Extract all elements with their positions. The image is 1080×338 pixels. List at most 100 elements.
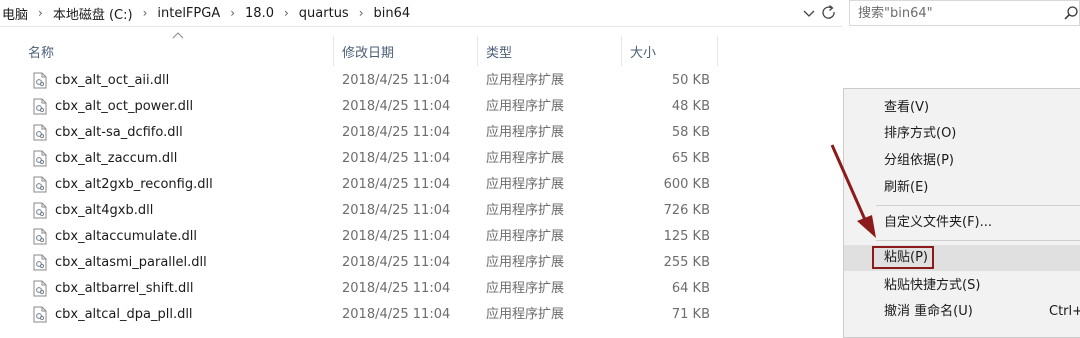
- menu-item-label: 粘贴快捷方式(S): [884, 278, 981, 293]
- file-name: cbx_altbarrel_shift.dll: [55, 281, 194, 296]
- chevron-right-icon[interactable]: ›: [222, 6, 243, 20]
- file-date: 2018/4/25 11:04: [342, 229, 451, 244]
- table-row[interactable]: cbx_alt_oct_aii.dll 2018/4/25 11:04 应用程序…: [0, 68, 840, 94]
- column-header-type[interactable]: 类型: [478, 36, 622, 66]
- table-row[interactable]: cbx_alt2gxb_reconfig.dll 2018/4/25 11:04…: [0, 172, 840, 198]
- menu-separator: [876, 240, 1080, 241]
- chevron-right-icon[interactable]: ›: [276, 6, 297, 20]
- crumb-intelfpga[interactable]: intelFPGA: [155, 6, 222, 21]
- menu-item-view[interactable]: 查看(V): [844, 95, 1080, 121]
- menu-item-undo-rename[interactable]: 撤消 重命名(U) Ctrl+: [844, 299, 1080, 325]
- dll-file-icon: [33, 254, 47, 271]
- table-row[interactable]: cbx_altasmi_parallel.dll 2018/4/25 11:04…: [0, 250, 840, 276]
- chevron-right-icon[interactable]: ›: [30, 6, 51, 20]
- table-row[interactable]: cbx_alt_zaccum.dll 2018/4/25 11:04 应用程序扩…: [0, 146, 840, 172]
- file-type: 应用程序扩展: [486, 255, 565, 270]
- file-date: 2018/4/25 11:04: [342, 151, 451, 166]
- table-row[interactable]: cbx_alt4gxb.dll 2018/4/25 11:04 应用程序扩展 7…: [0, 198, 840, 224]
- menu-item-shortcut: Ctrl+: [1049, 304, 1080, 319]
- dll-file-icon: [33, 280, 47, 297]
- crumb-bin64[interactable]: bin64: [372, 6, 413, 21]
- chevron-right-icon[interactable]: ›: [135, 6, 156, 20]
- file-size: 65 KB: [671, 151, 710, 166]
- file-type: 应用程序扩展: [486, 99, 565, 114]
- table-row[interactable]: cbx_alt_oct_power.dll 2018/4/25 11:04 应用…: [0, 94, 840, 120]
- table-row[interactable]: cbx_altcal_dpa_pll.dll 2018/4/25 11:04 应…: [0, 302, 840, 328]
- crumb-this-pc[interactable]: 电脑: [0, 4, 30, 23]
- file-date: 2018/4/25 11:04: [342, 99, 451, 114]
- file-type: 应用程序扩展: [486, 307, 565, 322]
- file-date: 2018/4/25 11:04: [342, 73, 451, 88]
- file-size: 255 KB: [663, 255, 710, 270]
- file-size: 726 KB: [663, 203, 710, 218]
- crumb-version[interactable]: 18.0: [243, 6, 276, 21]
- menu-item-label: 刷新(E): [884, 180, 929, 195]
- file-name: cbx_alt4gxb.dll: [55, 203, 154, 218]
- refresh-icon[interactable]: [819, 3, 839, 23]
- file-name: cbx_alt_oct_aii.dll: [55, 73, 170, 88]
- file-type: 应用程序扩展: [486, 73, 565, 88]
- dll-file-icon: [33, 228, 47, 245]
- file-type: 应用程序扩展: [486, 177, 565, 192]
- file-name: cbx_alt_oct_power.dll: [55, 99, 194, 114]
- file-date: 2018/4/25 11:04: [342, 203, 451, 218]
- column-header-label: 类型: [486, 45, 513, 61]
- chevron-down-icon[interactable]: [800, 3, 818, 23]
- breadcrumb: 电脑 › 本地磁盘 (C:) › intelFPGA › 18.0 › quar…: [0, 0, 412, 26]
- address-bar[interactable]: 电脑 › 本地磁盘 (C:) › intelFPGA › 18.0 › quar…: [0, 0, 842, 27]
- menu-item-paste-shortcut[interactable]: 粘贴快捷方式(S): [844, 273, 1080, 299]
- table-row[interactable]: cbx_altbarrel_shift.dll 2018/4/25 11:04 …: [0, 276, 840, 302]
- dll-file-icon: [33, 98, 47, 115]
- menu-separator: [876, 205, 1080, 206]
- menu-item-group[interactable]: 分组依据(P): [844, 148, 1080, 174]
- column-header-date[interactable]: 修改日期: [334, 36, 478, 66]
- column-header-size[interactable]: 大小: [622, 36, 718, 66]
- file-size: 50 KB: [671, 73, 710, 88]
- dll-file-icon: [33, 176, 47, 193]
- file-size: 58 KB: [671, 125, 710, 140]
- menu-item-customize-folder[interactable]: 自定义文件夹(F)...: [844, 210, 1080, 236]
- file-list: cbx_alt_oct_aii.dll 2018/4/25 11:04 应用程序…: [0, 68, 840, 328]
- menu-item-label: 撤消 重命名(U): [884, 304, 973, 319]
- file-type: 应用程序扩展: [486, 229, 565, 244]
- menu-item-label: 分组依据(P): [884, 153, 954, 168]
- file-date: 2018/4/25 11:04: [342, 255, 451, 270]
- file-name: cbx_altaccumulate.dll: [55, 229, 197, 244]
- column-header-label: 大小: [630, 45, 657, 61]
- address-row: 电脑 › 本地磁盘 (C:) › intelFPGA › 18.0 › quar…: [0, 0, 1080, 27]
- file-type: 应用程序扩展: [486, 203, 565, 218]
- search-icon[interactable]: [1063, 5, 1079, 21]
- dll-file-icon: [33, 124, 47, 141]
- crumb-local-disk[interactable]: 本地磁盘 (C:): [51, 4, 135, 23]
- dll-file-icon: [33, 202, 47, 219]
- file-date: 2018/4/25 11:04: [342, 281, 451, 296]
- highlight-box: [872, 246, 934, 269]
- file-name: cbx_alt_zaccum.dll: [55, 151, 178, 166]
- file-size: 600 KB: [663, 177, 710, 192]
- menu-item-label: 查看(V): [884, 100, 930, 115]
- search-box[interactable]: [849, 0, 1080, 26]
- table-row[interactable]: cbx_altaccumulate.dll 2018/4/25 11:04 应用…: [0, 224, 840, 250]
- column-header-label: 修改日期: [342, 45, 395, 61]
- file-name: cbx_alt-sa_dcfifo.dll: [55, 125, 183, 140]
- file-date: 2018/4/25 11:04: [342, 125, 451, 140]
- chevron-right-icon[interactable]: ›: [351, 6, 372, 20]
- file-date: 2018/4/25 11:04: [342, 177, 451, 192]
- file-size: 64 KB: [671, 281, 710, 296]
- file-size: 48 KB: [671, 99, 710, 114]
- context-menu: 查看(V) 排序方式(O) 分组依据(P) 刷新(E) 自定义文件夹(F)...…: [843, 88, 1080, 338]
- crumb-quartus[interactable]: quartus: [297, 6, 351, 21]
- file-type: 应用程序扩展: [486, 151, 565, 166]
- column-header-label: 名称: [28, 45, 55, 61]
- file-name: cbx_altcal_dpa_pll.dll: [55, 307, 193, 322]
- dll-file-icon: [33, 150, 47, 167]
- menu-item-refresh[interactable]: 刷新(E): [844, 175, 1080, 201]
- search-input[interactable]: [858, 3, 1058, 23]
- file-size: 71 KB: [671, 307, 710, 322]
- table-row[interactable]: cbx_alt-sa_dcfifo.dll 2018/4/25 11:04 应用…: [0, 120, 840, 146]
- dll-file-icon: [33, 72, 47, 89]
- file-name: cbx_alt2gxb_reconfig.dll: [55, 177, 213, 192]
- column-header-name[interactable]: 名称: [20, 36, 334, 66]
- menu-item-sort[interactable]: 排序方式(O): [844, 121, 1080, 147]
- file-date: 2018/4/25 11:04: [342, 307, 451, 322]
